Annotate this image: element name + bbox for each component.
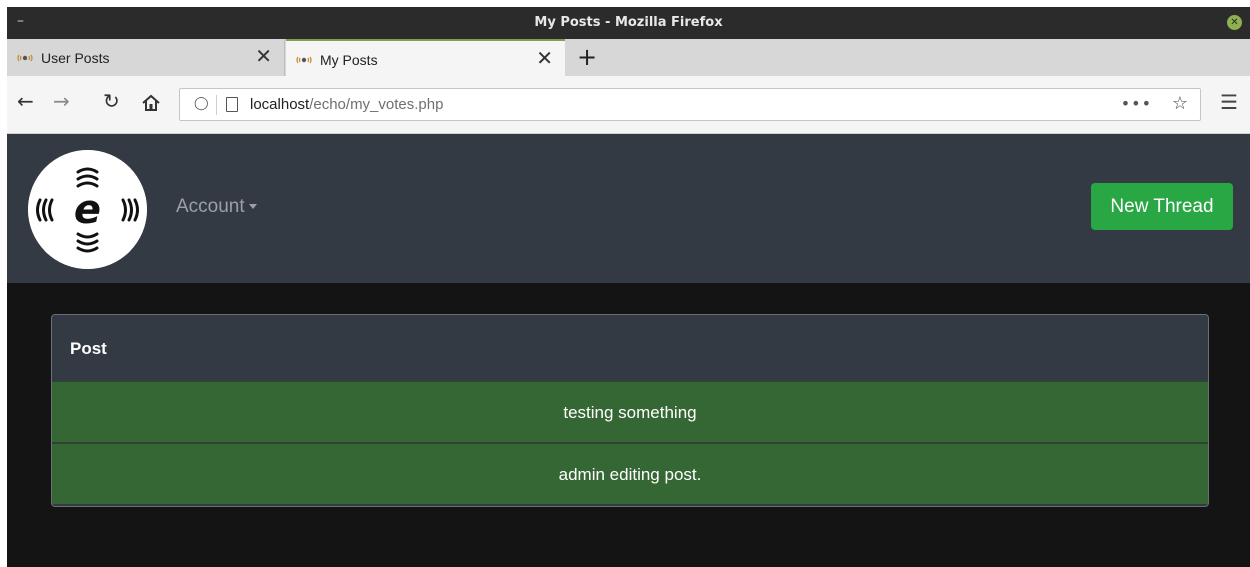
new-thread-button[interactable]: New Thread	[1091, 183, 1233, 230]
table-row[interactable]: testing something	[52, 381, 1208, 442]
site-favicon-icon	[17, 54, 33, 62]
echo-logo[interactable]: e	[28, 150, 147, 269]
page-icon	[226, 97, 238, 112]
divider	[216, 95, 217, 115]
posts-table: Post testing something admin editing pos…	[51, 314, 1209, 507]
close-tab-icon[interactable]: ✕	[255, 46, 272, 68]
tab-label: My Posts	[320, 52, 378, 68]
window-title: My Posts - Mozilla Firefox	[534, 15, 723, 30]
new-tab-icon[interactable]: +	[577, 43, 597, 71]
browser-window: – My Posts - Mozilla Firefox ✕ User Post…	[7, 7, 1250, 567]
title-bar: – My Posts - Mozilla Firefox ✕	[7, 7, 1250, 39]
navigation-bar: ← → ↻ ◯ localhost/echo/my_votes.php ••• …	[7, 76, 1250, 134]
table-header: Post	[52, 315, 1208, 381]
forward-arrow-icon[interactable]: →	[53, 90, 70, 112]
account-dropdown[interactable]: Account	[176, 196, 257, 218]
close-window-icon[interactable]: ✕	[1227, 15, 1242, 30]
table-row[interactable]: admin editing post.	[52, 443, 1208, 504]
account-label: Account	[176, 196, 245, 217]
hamburger-menu-icon[interactable]: ☰	[1220, 90, 1238, 114]
logo-letter: e	[74, 187, 101, 233]
back-arrow-icon[interactable]: ←	[17, 90, 34, 112]
shield-icon[interactable]: ◯	[194, 96, 209, 111]
home-icon[interactable]	[141, 93, 161, 113]
close-tab-icon[interactable]: ✕	[536, 48, 553, 70]
reload-icon[interactable]: ↻	[103, 90, 120, 112]
page-actions-icon[interactable]: •••	[1121, 94, 1152, 113]
tab-label: User Posts	[41, 50, 110, 66]
url-path: /echo/my_votes.php	[309, 96, 444, 113]
site-header: e Account New Thread	[7, 134, 1250, 283]
site-favicon-icon	[296, 56, 312, 64]
url-host: localhost	[250, 96, 310, 113]
address-bar[interactable]: ◯ localhost/echo/my_votes.php ••• ☆	[179, 88, 1201, 121]
tab-user-posts[interactable]: User Posts ✕	[7, 39, 285, 76]
tab-my-posts[interactable]: My Posts ✕	[286, 39, 565, 76]
url-text[interactable]: localhost/echo/my_votes.php	[250, 96, 443, 113]
caret-down-icon	[248, 204, 257, 210]
column-header-post: Post	[70, 339, 107, 358]
tab-strip: User Posts ✕ My Posts ✕ +	[7, 39, 1250, 76]
bookmark-star-icon[interactable]: ☆	[1172, 93, 1188, 114]
